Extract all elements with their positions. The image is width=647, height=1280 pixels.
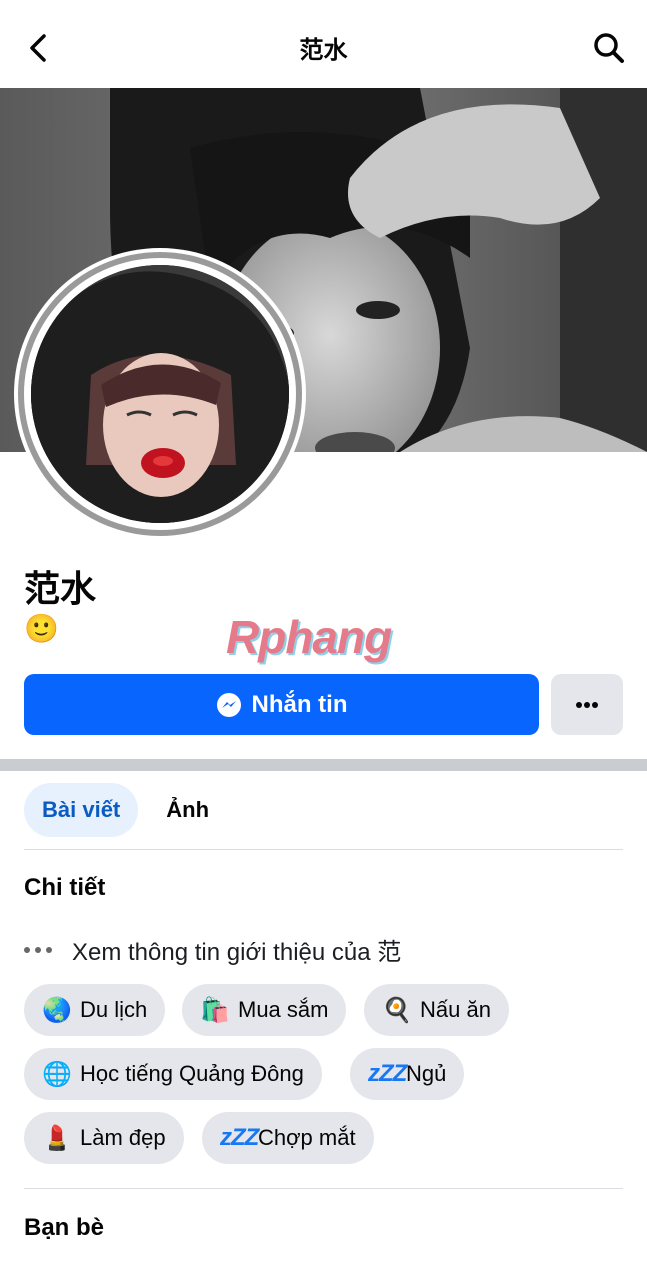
globe-meridians-icon: 🌐	[42, 1060, 72, 1088]
shopping-bags-icon: 🛍️	[200, 996, 230, 1024]
globe-asia-icon: 🌏	[42, 996, 72, 1024]
top-bar: 范水	[0, 0, 647, 88]
hobby-chip-nap[interactable]: zZZ Chợp mắt	[202, 1112, 374, 1164]
hobby-label: Làm đẹp	[80, 1125, 166, 1150]
hobby-chip-beauty[interactable]: 💄 Làm đẹp	[24, 1112, 184, 1164]
profile-name: 范水	[24, 569, 97, 610]
zzz-icon: zZZ	[368, 1060, 407, 1087]
hobby-label: Chợp mắt	[258, 1125, 356, 1150]
hobby-chip-cooking[interactable]: 🍳 Nấu ăn	[364, 984, 509, 1036]
hobby-chip-sleep[interactable]: zZZ Ngủ	[350, 1048, 465, 1100]
friends-heading: Bạn bè	[24, 1214, 105, 1241]
hobby-label: Mua sắm	[238, 997, 329, 1022]
page-title: 范水	[299, 36, 348, 64]
details-heading: Chi tiết	[24, 874, 106, 901]
divider	[24, 849, 623, 850]
hobby-chip-cantonese[interactable]: 🌐 Học tiếng Quảng Đông	[24, 1048, 322, 1100]
watermark-text: Rphang	[226, 611, 392, 663]
divider	[24, 1188, 623, 1189]
lipstick-icon: 💄	[42, 1124, 72, 1152]
see-about-text: Xem thông tin giới thiệu của 范	[72, 939, 402, 966]
hobby-label: Nấu ăn	[420, 997, 491, 1022]
message-button[interactable]: Nhắn tin	[24, 674, 539, 735]
more-options-button[interactable]	[551, 674, 623, 735]
messenger-icon	[216, 692, 241, 717]
tab-posts[interactable]: Bài viết	[24, 783, 139, 837]
frying-pan-icon: 🍳	[382, 996, 412, 1024]
avatar-image	[31, 265, 289, 523]
hobby-chip-shopping[interactable]: 🛍️ Mua sắm	[182, 984, 347, 1036]
avatar-story-ring	[18, 252, 302, 536]
see-about-link[interactable]: Xem thông tin giới thiệu của 范	[24, 932, 401, 967]
bio-emoji: 🙂	[24, 613, 59, 644]
message-button-label: Nhắn tin	[251, 690, 348, 718]
profile-avatar[interactable]	[14, 248, 306, 540]
search-button[interactable]	[587, 26, 631, 70]
hobby-label: Ngủ	[406, 1061, 447, 1086]
more-dots-icon	[576, 701, 598, 708]
hobby-chip-travel[interactable]: 🌏 Du lịch	[24, 984, 166, 1036]
more-dots-icon	[24, 946, 54, 953]
profile-tabs: Bài viết Ảnh	[24, 783, 227, 837]
search-icon	[594, 33, 624, 63]
tab-photos[interactable]: Ảnh	[148, 783, 227, 837]
section-divider	[0, 759, 647, 771]
hobby-label: Học tiếng Quảng Đông	[80, 1061, 304, 1086]
hobby-label: Du lịch	[80, 997, 148, 1022]
zzz-icon: zZZ	[220, 1124, 259, 1151]
